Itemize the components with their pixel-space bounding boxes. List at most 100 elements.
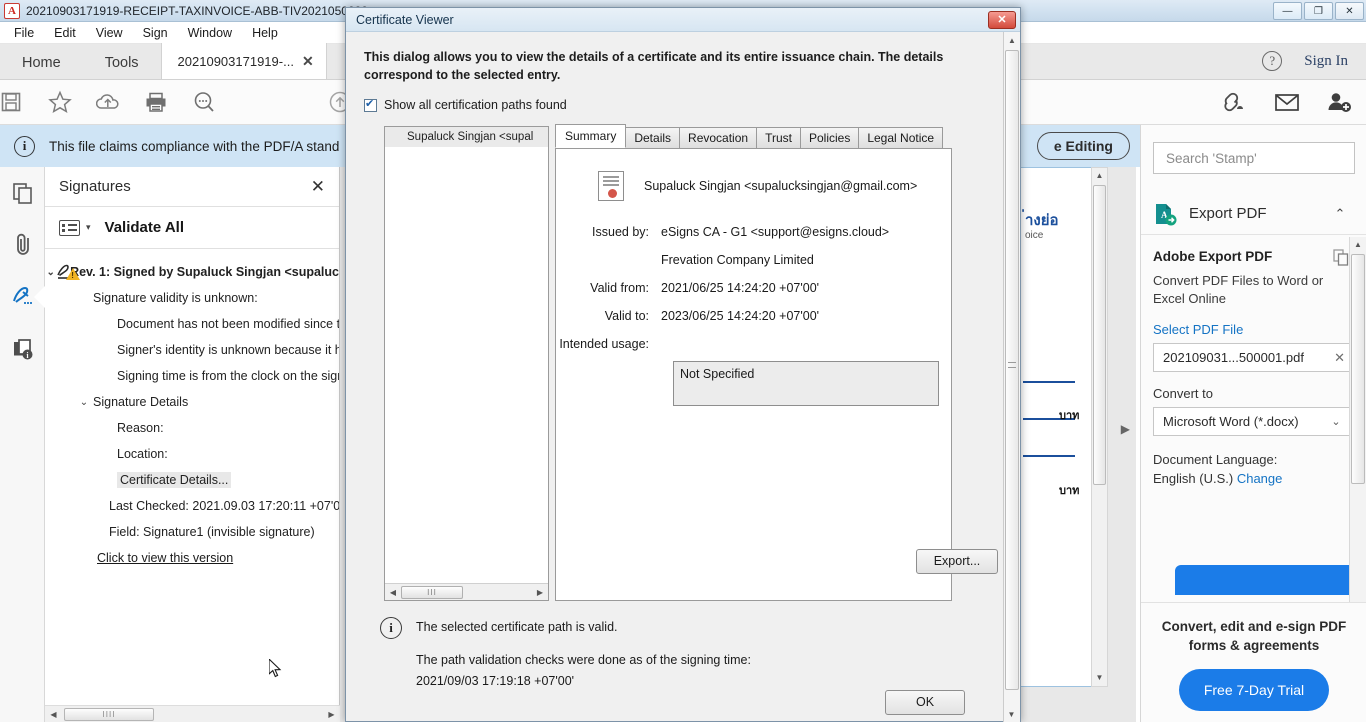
document-language-value: English (U.S.) (1153, 471, 1234, 486)
signature-details-row[interactable]: ⌄ Signature Details (45, 389, 339, 415)
chevron-down-icon[interactable]: ▾ (86, 222, 91, 233)
add-person-icon[interactable] (1326, 91, 1352, 113)
star-icon[interactable] (48, 90, 96, 114)
list-options-icon[interactable] (59, 219, 80, 236)
scroll-down-icon[interactable]: ▼ (1092, 670, 1107, 686)
scroll-left-icon[interactable]: ◀ (45, 710, 62, 719)
clear-file-icon[interactable]: ✕ (1334, 350, 1345, 366)
close-icon[interactable]: ✕ (302, 53, 314, 70)
close-icon[interactable]: ✕ (311, 177, 325, 197)
view-version-link[interactable]: Click to view this version (97, 551, 233, 565)
scroll-up-icon[interactable]: ▲ (1004, 32, 1020, 49)
select-pdf-file-label[interactable]: Select PDF File (1141, 308, 1366, 337)
convert-to-value: Microsoft Word (*.docx) (1163, 414, 1299, 429)
scroll-right-icon[interactable]: ▶ (323, 710, 340, 719)
convert-to-label: Convert to (1153, 386, 1213, 401)
dialog-scrollbar[interactable]: ▲ ▼ (1003, 32, 1020, 722)
issuer-org-label (556, 253, 661, 267)
scroll-down-icon[interactable]: ▼ (1004, 706, 1019, 722)
scroll-up-icon[interactable]: ▲ (1350, 237, 1366, 253)
scrollbar-thumb[interactable]: III (401, 585, 463, 599)
search-input[interactable]: Search 'Stamp' (1153, 142, 1355, 174)
scrollbar-thumb[interactable] (1005, 50, 1019, 690)
view-version-row[interactable]: Click to view this version (45, 545, 339, 571)
tab-trust[interactable]: Trust (756, 127, 801, 148)
status-line-1: The selected certificate path is valid. (416, 620, 618, 634)
ok-button[interactable]: OK (885, 690, 965, 715)
scrollbar-grip (1008, 362, 1016, 368)
restore-button[interactable]: ❐ (1304, 2, 1333, 20)
scroll-right-icon[interactable]: ▶ (532, 588, 548, 597)
export-certificate-button[interactable]: Export... (916, 549, 998, 574)
menu-sign[interactable]: Sign (133, 24, 178, 42)
summary-tab-content: Supaluck Singjan <supalucksingjan@gmail.… (555, 148, 998, 601)
certificate-path-item[interactable]: Supaluck Singjan <supal (385, 127, 548, 147)
signatures-icon[interactable] (0, 271, 45, 323)
signature-check-label: Signing time is from the clock on the si… (117, 369, 339, 383)
tab-tools[interactable]: Tools (83, 48, 161, 80)
chevron-down-icon[interactable]: ⌄ (1327, 415, 1345, 428)
scrollbar-thumb[interactable]: IIII (64, 707, 154, 721)
menu-view[interactable]: View (86, 24, 133, 42)
minimize-button[interactable]: — (1273, 2, 1302, 20)
tab-summary[interactable]: Summary (555, 124, 627, 148)
chevron-up-icon[interactable]: ⌃ (1331, 206, 1349, 222)
menu-window[interactable]: Window (178, 24, 242, 42)
signature-revision-row[interactable]: ⌄ Rev. 1: Signed by Supaluck Singjan <su… (45, 259, 339, 285)
signature-validity-row: Signature validity is unknown: (45, 285, 339, 311)
upload-cloud-icon[interactable] (96, 91, 144, 113)
page-thumbnails-icon[interactable] (0, 167, 45, 219)
save-icon[interactable] (0, 91, 48, 113)
status-line-3: 2021/09/03 17:19:18 +07'00' (416, 674, 575, 688)
tab-details[interactable]: Details (625, 127, 681, 148)
email-icon[interactable] (1274, 92, 1300, 112)
document-info-icon[interactable]: i (0, 323, 45, 375)
show-all-paths-row[interactable]: Show all certification paths found (362, 84, 989, 112)
certificate-path-tree[interactable]: Supaluck Singjan <supal ◀ III ▶ (384, 126, 549, 601)
scroll-up-icon[interactable]: ▲ (1092, 168, 1107, 184)
selected-file-field[interactable]: 202109031...500001.pdf ✕ (1153, 343, 1355, 372)
signatures-hscrollbar[interactable]: ◀ IIII ▶ (45, 705, 340, 722)
tab-home[interactable]: Home (0, 48, 83, 80)
validate-all-button[interactable]: Validate All (105, 219, 184, 236)
status-line-2: The path validation checks were done as … (416, 653, 751, 667)
expand-panel-icon[interactable]: ▶ (1121, 422, 1130, 436)
chevron-down-icon[interactable]: ⌄ (75, 397, 93, 408)
tab-document[interactable]: 20210903171919-... ✕ (160, 43, 327, 79)
scroll-left-icon[interactable]: ◀ (385, 588, 401, 597)
signatures-title: Signatures (59, 178, 131, 195)
certificate-details-link[interactable]: Certificate Details... (117, 472, 232, 488)
chevron-down-icon[interactable]: ⌄ (45, 267, 56, 278)
export-action-button[interactable] (1175, 565, 1366, 595)
tab-document-label: 20210903171919-... (177, 53, 294, 69)
convert-to-select[interactable]: Microsoft Word (*.docx) ⌄ (1153, 407, 1355, 436)
tree-hscrollbar[interactable]: ◀ III ▶ (385, 583, 548, 600)
scrollbar-thumb[interactable] (1093, 185, 1106, 485)
menu-help[interactable]: Help (242, 24, 288, 42)
print-icon[interactable] (144, 91, 192, 113)
zoom-search-icon[interactable] (192, 90, 240, 114)
valid-to-value: 2023/06/25 14:24:20 +07'00' (661, 309, 820, 323)
menu-edit[interactable]: Edit (44, 24, 86, 42)
dialog-close-button[interactable]: ✕ (988, 11, 1016, 29)
change-language-link[interactable]: Change (1237, 471, 1283, 486)
tab-legal-notice[interactable]: Legal Notice (858, 127, 944, 148)
help-icon[interactable]: ? (1262, 51, 1283, 71)
sign-in-button[interactable]: Sign In (1304, 53, 1348, 70)
show-all-paths-checkbox[interactable] (364, 97, 377, 112)
certificate-details-row[interactable]: Certificate Details... (45, 467, 339, 493)
close-window-button[interactable]: ✕ (1335, 2, 1364, 20)
page-vertical-scrollbar[interactable]: ▲ ▼ (1091, 167, 1108, 687)
signature-location-row: Location: (45, 441, 339, 467)
tab-policies[interactable]: Policies (799, 127, 860, 148)
intended-usage-value: Not Specified (673, 361, 939, 406)
attachments-icon[interactable] (0, 219, 45, 271)
free-trial-button[interactable]: Free 7-Day Trial (1179, 669, 1329, 711)
menu-file[interactable]: File (4, 24, 44, 42)
scrollbar-thumb[interactable] (1351, 254, 1365, 484)
export-pdf-header[interactable]: A Export PDF ⌃ (1141, 193, 1366, 235)
doc-heading-english: oice (1025, 230, 1044, 241)
share-link-icon[interactable] (1222, 91, 1248, 113)
tab-revocation[interactable]: Revocation (679, 127, 758, 148)
enable-editing-button[interactable]: e Editing (1036, 132, 1130, 160)
